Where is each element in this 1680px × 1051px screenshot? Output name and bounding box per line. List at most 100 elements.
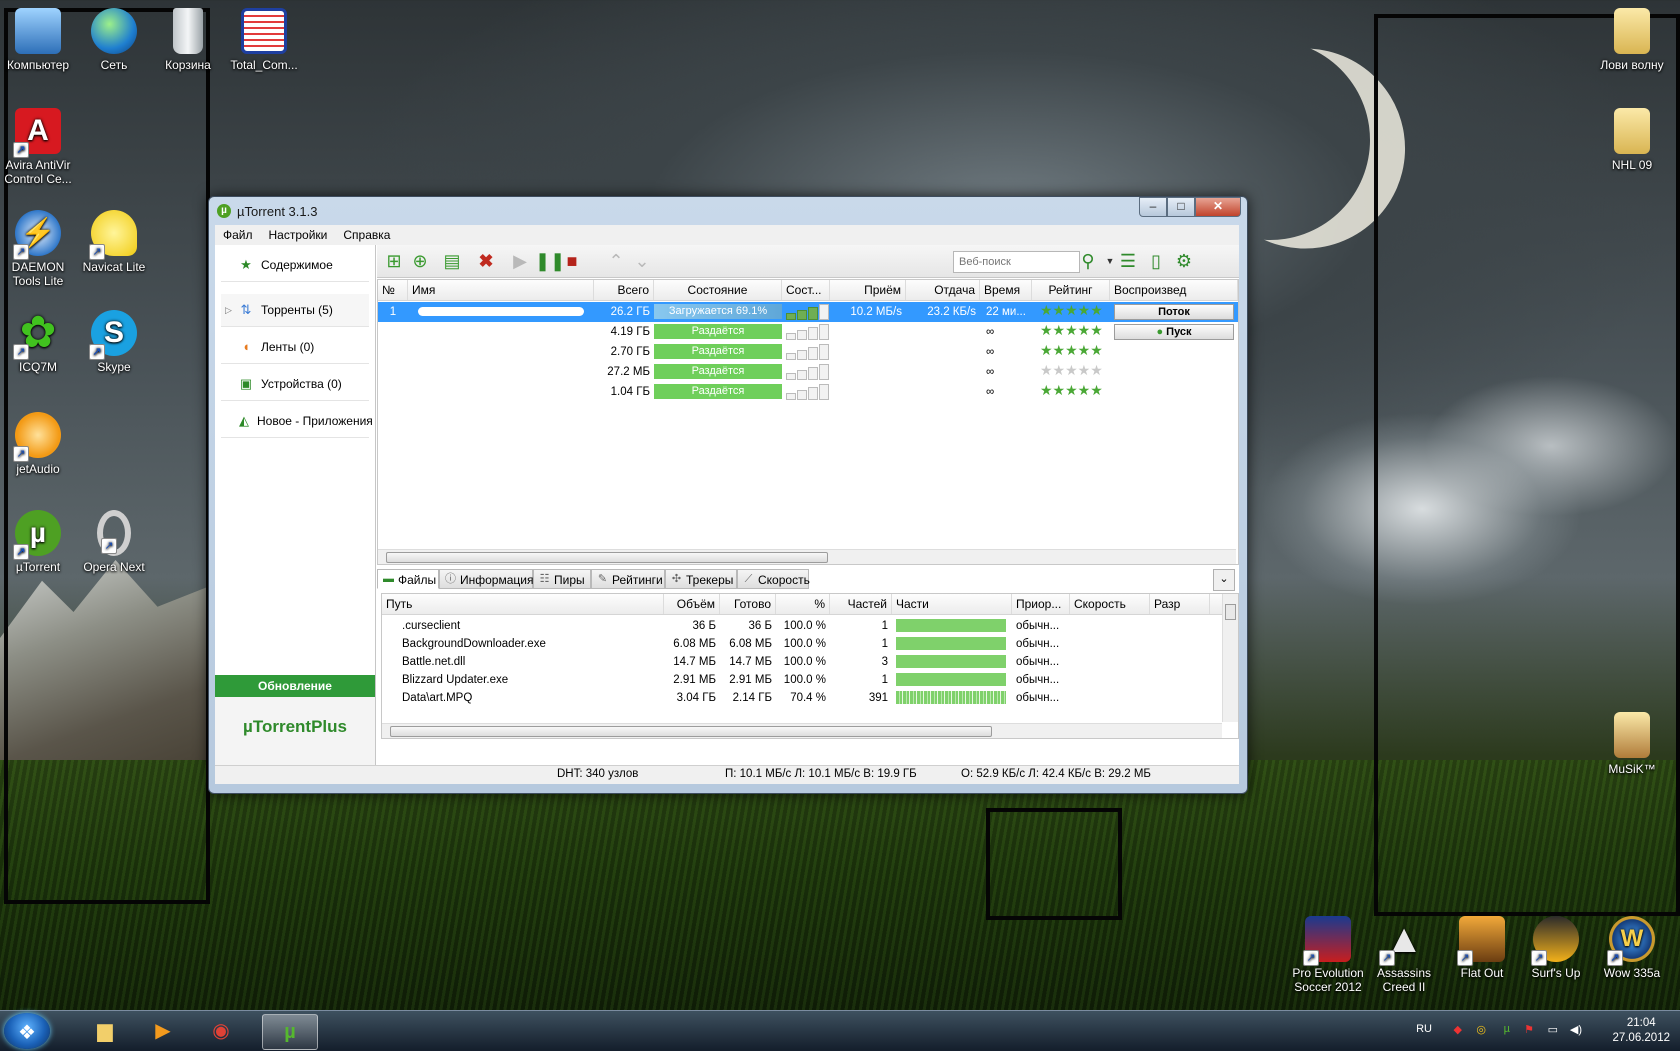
column-eta[interactable]: Время <box>980 280 1032 300</box>
tray-flag-icon[interactable]: ⚑ <box>1524 1023 1534 1036</box>
collapse-panel-button[interactable]: ⌄ <box>1213 569 1235 591</box>
column-size[interactable]: Всего <box>594 280 654 300</box>
torrent-row[interactable]: 4.19 ГБ Раздаётся ∞ ★★★★★ ● Пуск <box>378 322 1238 342</box>
desktop-icon-lovi-volnu[interactable]: Лови волну <box>1594 8 1670 72</box>
column-availability[interactable]: Сост... <box>782 280 830 300</box>
language-indicator[interactable]: RU <box>1416 1023 1432 1035</box>
desktop-icon-daemon-tools[interactable]: ⚡ DAEMON Tools Lite <box>0 210 76 288</box>
sidebar-item-devices[interactable]: ▣ Устройства (0) <box>221 368 369 401</box>
remote-icon[interactable]: ▯ <box>1145 250 1167 272</box>
desktop-icon-navicat[interactable]: Navicat Lite <box>76 210 152 274</box>
play-button[interactable]: ● Пуск <box>1114 324 1234 340</box>
desktop-icon-total-commander[interactable]: Total_Com... <box>226 8 302 72</box>
column-number[interactable]: № <box>378 280 408 300</box>
desktop-icon-computer[interactable]: Компьютер <box>0 8 76 72</box>
sidebar-item-apps[interactable]: ◭ Новое - Приложения <box>221 405 373 438</box>
tab-files[interactable]: ▬ Файлы <box>377 569 439 589</box>
sidebar-item-content[interactable]: ★ Содержимое <box>221 249 369 282</box>
tab-trackers[interactable]: ✣ Трекеры <box>665 569 737 589</box>
start-button[interactable] <box>4 1013 50 1049</box>
remove-icon[interactable]: ✖ <box>475 250 497 272</box>
torrent-row[interactable]: 1 26.2 ГБ Загружается 69.1% 10.2 МБ/s 23… <box>378 302 1238 322</box>
expand-arrow-icon[interactable]: ▷ <box>225 305 232 316</box>
column-pieces[interactable]: Части <box>892 594 1012 614</box>
file-row[interactable]: .curseclient 36 Б 36 Б 100.0 % 1 обычн... <box>382 616 1222 635</box>
column-playback[interactable]: Воспроизвед <box>1110 280 1238 300</box>
maximize-button[interactable]: □ <box>1167 197 1195 217</box>
minimize-button[interactable]: ‒ <box>1139 197 1167 217</box>
window-titlebar[interactable]: µ µTorrent 3.1.3 <box>209 197 1247 225</box>
tray-volume-icon[interactable]: ◀) <box>1570 1023 1582 1036</box>
settings-gear-icon[interactable]: ⚙ <box>1173 250 1195 272</box>
rating-stars[interactable]: ★★★★★ <box>1040 342 1103 359</box>
tab-speed[interactable]: ⟋ Скорость <box>737 569 810 589</box>
tab-peers[interactable]: ☷ Пиры <box>533 569 591 589</box>
desktop-icon-flatout[interactable]: Flat Out <box>1444 916 1520 980</box>
rating-stars[interactable]: ★★★★★ <box>1040 382 1103 399</box>
desktop-icon-recycle-bin[interactable]: Корзина <box>150 8 226 72</box>
stream-button[interactable]: Поток <box>1114 304 1234 320</box>
desktop-icon-network[interactable]: Сеть <box>76 8 152 72</box>
search-icon[interactable]: ⚲ <box>1077 250 1099 272</box>
taskbar-chrome[interactable]: ◉ <box>194 1014 248 1048</box>
rating-stars[interactable]: ★★★★★ <box>1040 302 1103 319</box>
file-list-hscroll[interactable] <box>382 723 1222 738</box>
column-name[interactable]: Имя <box>408 280 594 300</box>
tab-ratings[interactable]: ✎ Рейтинги <box>591 569 665 589</box>
column-done[interactable]: Готово <box>720 594 776 614</box>
file-row[interactable]: Data\art.MPQ 3.04 ГБ 2.14 ГБ 70.4 % 391 обычн… <box>382 688 1222 707</box>
taskbar-utorrent[interactable]: µ <box>262 1014 318 1050</box>
tray-utorrent-icon[interactable]: µ <box>1504 1023 1510 1035</box>
file-row[interactable]: Blizzard Updater.exe 2.91 МБ 2.91 МБ 100.0 … <box>382 670 1222 689</box>
menu-file[interactable]: Файл <box>215 225 261 245</box>
clock[interactable]: 21:04 27.06.2012 <box>1612 1016 1670 1046</box>
menu-help[interactable]: Справка <box>335 225 398 245</box>
file-list-vscroll-thumb[interactable] <box>1225 604 1236 620</box>
column-piece-count[interactable]: Частей <box>830 594 892 614</box>
column-rating[interactable]: Рейтинг <box>1032 280 1110 300</box>
file-list-hscroll-thumb[interactable] <box>390 726 992 737</box>
file-row[interactable]: Battle.net.dll 14.7 МБ 14.7 МБ 100.0 % 3 обыч… <box>382 652 1222 671</box>
desktop-icon-jetaudio[interactable]: jetAudio <box>0 412 76 476</box>
column-status[interactable]: Состояние <box>654 280 782 300</box>
sidebar-item-torrents[interactable]: ▷ ⇅ Торренты (5) <box>221 294 369 327</box>
rating-stars[interactable]: ★★★★★ <box>1040 322 1103 339</box>
desktop-icon-opera[interactable]: Opera Next <box>76 510 152 574</box>
desktop-icon-avira[interactable]: A Avira AntiVir Control Ce... <box>0 108 76 186</box>
desktop-icon-icq[interactable]: ✿ ICQ7M <box>0 310 76 374</box>
web-search-input[interactable] <box>953 251 1080 273</box>
column-path[interactable]: Путь <box>382 594 664 614</box>
desktop-icon-pes2012[interactable]: Pro Evolution Soccer 2012 <box>1290 916 1366 994</box>
desktop-icon-nhl09[interactable]: NHL 09 <box>1594 108 1670 172</box>
file-list-vscroll[interactable] <box>1222 594 1238 722</box>
tray-avira-icon[interactable]: ◆ <box>1454 1023 1462 1036</box>
menu-settings[interactable]: Настройки <box>261 225 336 245</box>
add-torrent-icon[interactable]: ⊞ <box>383 250 405 272</box>
torrent-row[interactable]: 27.2 МБ Раздаётся ∞ ★★★★★ <box>378 362 1238 382</box>
taskbar-explorer[interactable]: ▆ <box>78 1014 132 1048</box>
column-download[interactable]: Приём <box>830 280 906 300</box>
pause-icon[interactable]: ❚❚ <box>535 250 565 272</box>
update-button[interactable]: Обновление <box>215 675 375 697</box>
torrent-list-hscroll-thumb[interactable] <box>386 552 828 563</box>
file-row[interactable]: BackgroundDownloader.exe 6.08 МБ 6.08 МБ 10… <box>382 634 1222 653</box>
desktop-icon-assassins-creed[interactable]: ▲ Assassins Creed II <box>1366 916 1442 994</box>
column-priority[interactable]: Приор... <box>1012 594 1070 614</box>
close-button[interactable]: ✕ <box>1195 197 1241 217</box>
column-percent[interactable]: % <box>776 594 830 614</box>
stop-icon[interactable]: ■ <box>561 250 583 272</box>
column-upload[interactable]: Отдача <box>906 280 980 300</box>
tab-info[interactable]: ⓘ Информация <box>439 569 533 589</box>
desktop-icon-wow[interactable]: W Wow 335a <box>1594 916 1670 980</box>
rating-stars[interactable]: ★★★★★ <box>1040 362 1103 379</box>
desktop-icon-skype[interactable]: S Skype <box>76 310 152 374</box>
column-file-size[interactable]: Объём <box>664 594 720 614</box>
list-view-icon[interactable]: ☰ <box>1117 250 1139 272</box>
torrent-list-hscroll[interactable] <box>378 549 1236 564</box>
start-icon[interactable]: ▶ <box>509 250 531 272</box>
sidebar-item-feeds[interactable]: ◖ Ленты (0) <box>221 331 369 364</box>
move-up-icon[interactable]: ⌃ <box>605 250 627 272</box>
move-down-icon[interactable]: ⌄ <box>631 250 653 272</box>
add-url-icon[interactable]: ⊕ <box>409 250 431 272</box>
column-resolution[interactable]: Разр <box>1150 594 1210 614</box>
